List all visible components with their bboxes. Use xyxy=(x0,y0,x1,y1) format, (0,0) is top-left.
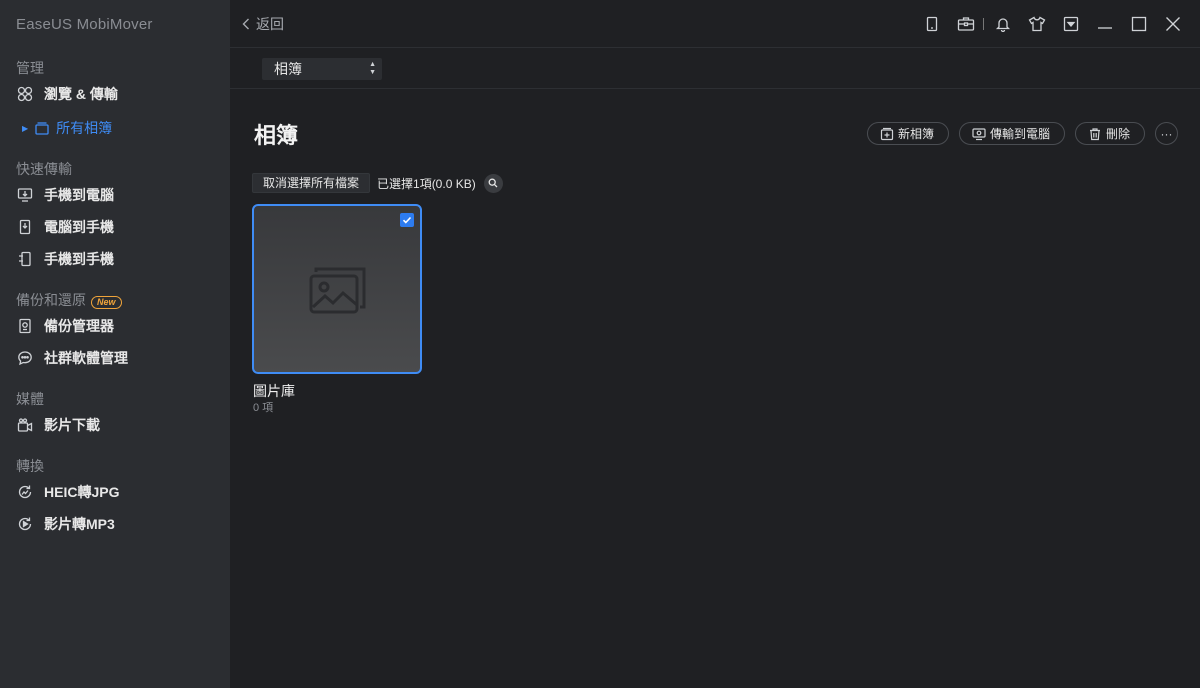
minimize-icon[interactable] xyxy=(1094,13,1116,35)
sidebar-item-video-to-mp3[interactable]: 影片轉MP3 xyxy=(16,512,115,536)
chevron-left-icon xyxy=(242,18,249,30)
selection-status: 已選擇1項(0.0 KB) xyxy=(377,176,476,191)
close-icon[interactable] xyxy=(1162,13,1184,35)
check-icon xyxy=(402,216,412,224)
maximize-icon[interactable] xyxy=(1128,13,1150,35)
menu-dropdown-icon[interactable] xyxy=(1060,13,1082,35)
bell-icon[interactable] xyxy=(992,13,1014,35)
delete-button[interactable]: 刪除 xyxy=(1074,122,1145,145)
section-title-backup-restore: 備份和還原 New xyxy=(16,290,122,310)
filter-bar: 相簿 ▲ ▼ xyxy=(230,48,1200,89)
section-title-convert: 轉換 xyxy=(16,458,44,474)
transfer-to-pc-button[interactable]: 傳輸到電腦 xyxy=(958,122,1065,145)
device-icon[interactable] xyxy=(921,13,943,35)
more-options-button[interactable]: ··· xyxy=(1155,122,1178,145)
trash-icon xyxy=(1089,127,1100,140)
page-title: 相簿 xyxy=(254,123,299,148)
app-title: EaseUS MobiMover xyxy=(16,16,153,33)
sidebar-item-social-apps[interactable]: 社群軟體管理 xyxy=(16,346,128,370)
chat-bubble-icon xyxy=(16,349,34,367)
category-select-value: 相簿 xyxy=(274,61,302,77)
transfer-to-pc-icon xyxy=(972,127,986,140)
caret-right-icon: ▶ xyxy=(22,123,29,133)
sidebar-item-phone-to-pc[interactable]: 手機到電腦 xyxy=(16,183,114,207)
video-to-mp3-icon xyxy=(16,515,34,533)
sidebar-item-heic-to-jpg[interactable]: HEIC轉JPG xyxy=(16,480,119,504)
sidebar-item-pc-to-phone[interactable]: 電腦到手機 xyxy=(16,215,114,239)
more-icon: ··· xyxy=(1160,126,1173,141)
new-album-label: 新相簿 xyxy=(897,127,934,141)
sidebar-item-backup-manager[interactable]: 備份管理器 xyxy=(16,314,114,338)
video-download-icon xyxy=(16,416,34,434)
sidebar-item-label: 備份管理器 xyxy=(44,318,114,334)
section-title-manage: 管理 xyxy=(16,60,44,76)
browse-grid-icon xyxy=(16,85,34,103)
sidebar-item-label: 影片轉MP3 xyxy=(44,516,115,532)
sidebar-item-label: 手機到電腦 xyxy=(44,187,114,203)
shirt-icon[interactable] xyxy=(1026,13,1048,35)
back-label: 返回 xyxy=(256,16,284,32)
transfer-to-pc-label: 傳輸到電腦 xyxy=(989,127,1050,141)
sidebar-item-all-albums[interactable]: ▶ 所有相簿 xyxy=(22,117,112,139)
sidebar: EaseUS MobiMover 管理 瀏覽 & 傳輸 ▶ 所有相簿 快速傳輸 xyxy=(0,0,230,688)
window-controls xyxy=(909,13,1184,35)
new-album-icon xyxy=(880,127,894,140)
heic-convert-icon xyxy=(16,483,34,501)
sidebar-item-phone-to-phone[interactable]: 手機到手機 xyxy=(16,247,114,271)
section-title-media: 媒體 xyxy=(16,391,44,407)
app-window: EaseUS MobiMover 管理 瀏覽 & 傳輸 ▶ 所有相簿 快速傳輸 xyxy=(0,0,1200,688)
delete-label: 刪除 xyxy=(1105,127,1130,141)
album-name: 圖片庫 xyxy=(253,383,295,399)
selection-row: 取消選擇所有檔案 已選擇1項(0.0 KB) xyxy=(252,173,503,193)
sidebar-item-video-download[interactable]: 影片下載 xyxy=(16,413,100,437)
sidebar-item-label: 瀏覽 & 傳輸 xyxy=(44,86,118,102)
pc-to-phone-icon xyxy=(16,218,34,236)
sidebar-item-label: 所有相簿 xyxy=(56,120,113,136)
main-panel: 返回 相簿 ▲ ▼ 相簿 新相簿 傳輸到電腦 刪除 ··· 取消選擇所有檔案 已… xyxy=(230,0,1200,688)
sidebar-item-label: 影片下載 xyxy=(44,417,100,433)
phone-to-pc-icon xyxy=(16,186,34,204)
sidebar-item-label: 社群軟體管理 xyxy=(44,350,128,366)
section-title-quick-transfer: 快速傳輸 xyxy=(16,161,72,177)
album-item-count: 0 項 xyxy=(253,402,274,414)
album-card[interactable] xyxy=(252,204,422,374)
back-button[interactable]: 返回 xyxy=(242,14,284,34)
toolbar-divider xyxy=(983,18,984,30)
sidebar-item-label: 手機到手機 xyxy=(44,251,114,267)
sidebar-item-browse-transfer[interactable]: 瀏覽 & 傳輸 xyxy=(16,82,118,106)
album-stack-icon xyxy=(34,120,50,136)
new-album-button[interactable]: 新相簿 xyxy=(866,122,949,145)
new-badge: New xyxy=(91,296,122,309)
album-checkbox[interactable] xyxy=(400,213,414,227)
section-title-text: 備份和還原 xyxy=(16,292,86,308)
sidebar-item-label: 電腦到手機 xyxy=(44,219,114,235)
phone-to-phone-icon xyxy=(16,250,34,268)
action-toolbar: 新相簿 傳輸到電腦 刪除 ··· xyxy=(857,122,1178,145)
search-icon xyxy=(488,178,498,188)
deselect-all-button[interactable]: 取消選擇所有檔案 xyxy=(252,173,371,193)
top-bar: 返回 xyxy=(230,0,1200,48)
select-arrows-icon: ▲ ▼ xyxy=(369,61,376,76)
sidebar-item-label: HEIC轉JPG xyxy=(44,484,120,500)
search-button[interactable] xyxy=(483,173,503,193)
album-placeholder-icon xyxy=(309,267,366,314)
category-select[interactable]: 相簿 ▲ ▼ xyxy=(262,58,382,80)
backup-manager-icon xyxy=(16,317,34,335)
toolbox-icon[interactable] xyxy=(955,13,977,35)
